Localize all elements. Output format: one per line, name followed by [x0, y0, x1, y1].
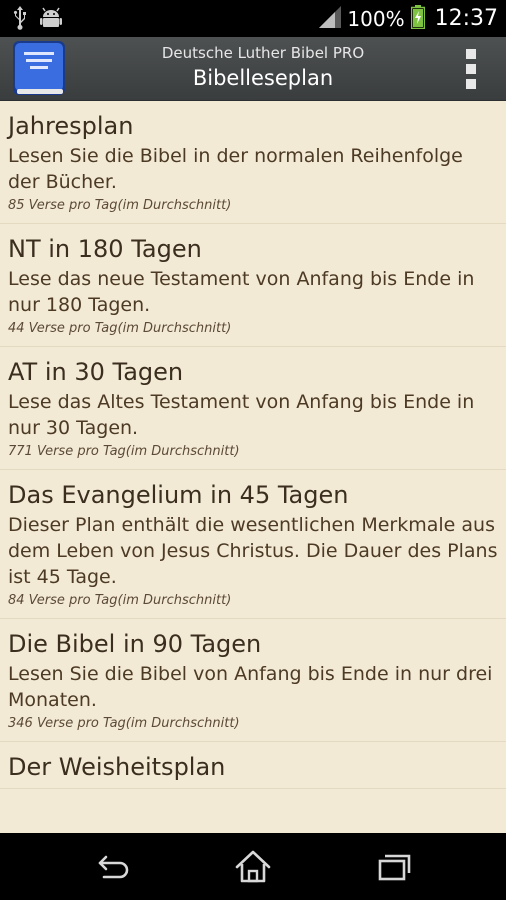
- action-bar: Deutsche Luther Bibel PRO Bibelleseplan: [0, 37, 506, 101]
- action-bar-titles: Deutsche Luther Bibel PRO Bibelleseplan: [80, 42, 446, 92]
- back-icon[interactable]: [94, 847, 134, 887]
- battery-charging-icon: [410, 4, 425, 33]
- battery-percentage: 100%: [347, 6, 405, 31]
- recent-apps-icon[interactable]: [374, 847, 414, 887]
- plan-description: Dieser Plan enthält die wesentlichen Mer…: [8, 514, 498, 588]
- reading-plan-list[interactable]: Jahresplan Lesen Sie die Bibel in der no…: [0, 101, 506, 833]
- page-title: Bibelleseplan: [192, 66, 334, 90]
- plan-description: Lesen Sie die Bibel in der normalen Reih…: [8, 145, 463, 193]
- plan-description: Lese das neue Testament von Anfang bis E…: [8, 268, 475, 316]
- home-icon[interactable]: [233, 847, 273, 887]
- status-bar-notifications: [12, 6, 62, 34]
- plan-description: Lesen Sie die Bibel von Anfang bis Ende …: [8, 663, 493, 711]
- overflow-menu-dot: [466, 49, 476, 59]
- plan-title: Das Evangelium in 45 Tagen: [8, 481, 349, 509]
- list-item[interactable]: NT in 180 Tagen Lese das neue Testament …: [0, 224, 506, 347]
- list-item[interactable]: Der Weisheitsplan: [0, 742, 506, 789]
- plan-title: Die Bibel in 90 Tagen: [8, 630, 262, 658]
- list-item[interactable]: Das Evangelium in 45 Tagen Dieser Plan e…: [0, 470, 506, 619]
- plan-title: Der Weisheitsplan: [8, 753, 226, 781]
- list-item[interactable]: Die Bibel in 90 Tagen Lesen Sie die Bibe…: [0, 619, 506, 742]
- plan-description: Lese das Altes Testament von Anfang bis …: [8, 391, 475, 439]
- clock: 12:37: [434, 6, 498, 31]
- plan-title: AT in 30 Tagen: [8, 358, 184, 386]
- app-title: Deutsche Luther Bibel PRO: [161, 44, 365, 62]
- navigation-bar: [0, 833, 506, 900]
- plan-verses-per-day: 85 Verse pro Tag(im Durchschnitt): [8, 198, 232, 213]
- bible-book-icon[interactable]: [10, 40, 68, 96]
- overflow-menu-dot: [466, 79, 476, 89]
- usb-icon: [12, 6, 28, 34]
- list-item[interactable]: Jahresplan Lesen Sie die Bibel in der no…: [0, 101, 506, 224]
- signal-icon: [319, 5, 342, 32]
- plan-verses-per-day: 44 Verse pro Tag(im Durchschnitt): [8, 321, 232, 336]
- status-bar: 100% 12:37: [0, 0, 506, 37]
- status-bar-system: 100% 12:37: [319, 0, 498, 37]
- overflow-menu-dot: [466, 64, 476, 74]
- plan-title: NT in 180 Tagen: [8, 235, 202, 263]
- plan-title: Jahresplan: [8, 112, 134, 140]
- list-item[interactable]: AT in 30 Tagen Lese das Altes Testament …: [0, 347, 506, 470]
- plan-verses-per-day: 84 Verse pro Tag(im Durchschnitt): [8, 593, 232, 608]
- android-debug-icon: [40, 6, 62, 34]
- overflow-menu-icon[interactable]: [464, 49, 478, 89]
- plan-verses-per-day: 771 Verse pro Tag(im Durchschnitt): [8, 444, 240, 459]
- plan-verses-per-day: 346 Verse pro Tag(im Durchschnitt): [8, 716, 240, 731]
